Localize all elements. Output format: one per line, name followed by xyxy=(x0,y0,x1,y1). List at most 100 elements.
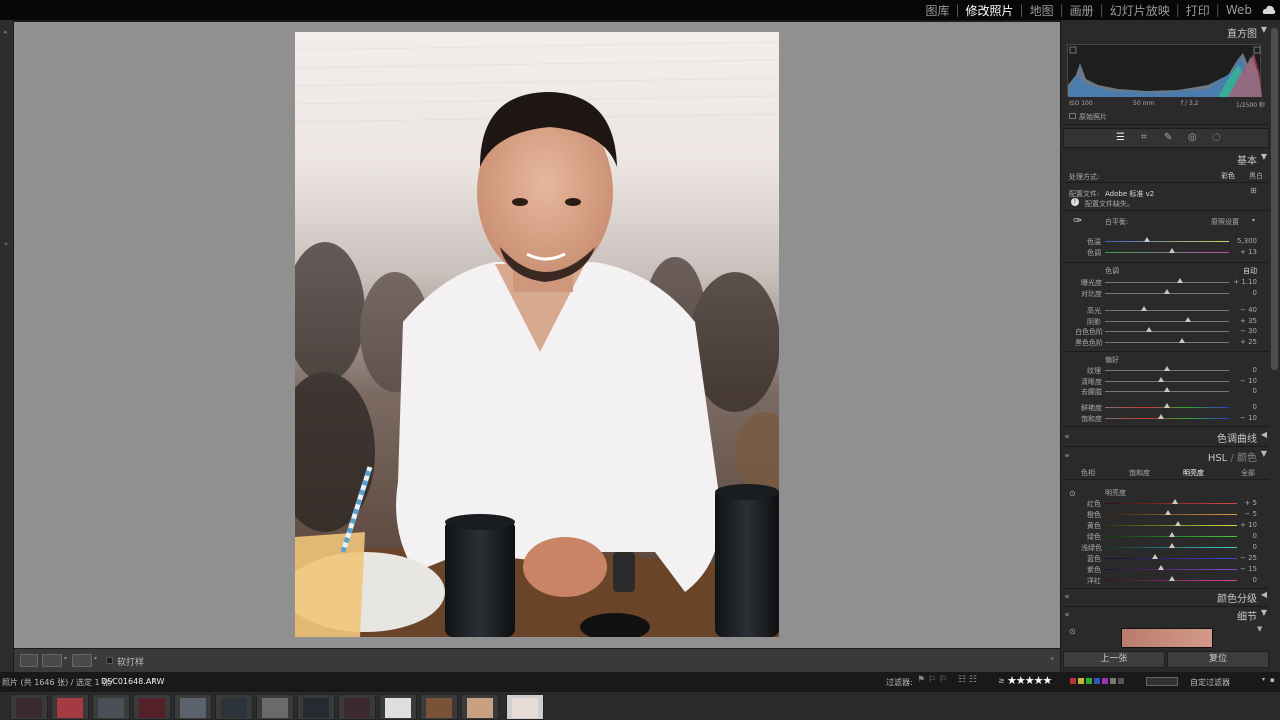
dehaze-slider-thumb[interactable] xyxy=(1164,387,1170,392)
previous-button[interactable]: 上一张 xyxy=(1063,651,1165,668)
collapse-arrow-icon[interactable]: ▼ xyxy=(1261,25,1267,34)
original-photo-checkbox[interactable] xyxy=(1069,113,1076,119)
temp-slider-thumb[interactable] xyxy=(1144,237,1150,242)
slider-value[interactable]: + 5 xyxy=(1231,499,1257,507)
photo-count-path[interactable]: 照片 (共 1646 张) / 选定 1 张/ xyxy=(2,677,113,688)
basic-panel-header[interactable]: 基本 ▼ xyxy=(1061,150,1271,167)
white-balance-picker-icon[interactable]: ✑ xyxy=(1073,214,1082,227)
blacks-slider-thumb[interactable] xyxy=(1179,338,1185,343)
slider-value[interactable]: − 25 xyxy=(1231,554,1257,562)
left-panel-toggle-icon[interactable]: ◂ xyxy=(3,28,7,36)
filmstrip-thumbnail[interactable] xyxy=(338,694,376,720)
filmstrip-thumbnail[interactable] xyxy=(215,694,253,720)
module-book[interactable]: 画册 xyxy=(1064,2,1100,19)
purple-lum-thumb[interactable] xyxy=(1158,565,1164,570)
auto-tone-button[interactable]: 自动 xyxy=(1243,266,1257,276)
slider-value[interactable]: + 13 xyxy=(1231,248,1257,256)
slider-value[interactable]: 0 xyxy=(1231,403,1257,411)
basic-adjust-icon[interactable]: ☰ xyxy=(1116,132,1125,143)
highlight-clipping-indicator[interactable] xyxy=(1253,46,1261,54)
loupe-view-button[interactable] xyxy=(20,654,38,667)
color-grading-header[interactable]: 颜色分级 ◀ xyxy=(1061,588,1271,605)
before-after-yy-button[interactable] xyxy=(72,654,92,667)
tone-curve-header[interactable]: 色调曲线 ◀ xyxy=(1061,428,1271,445)
exposure-slider-thumb[interactable] xyxy=(1177,278,1183,283)
magenta-lum-thumb[interactable] xyxy=(1169,576,1175,581)
rating-filter-stars[interactable]: ★★★★★ xyxy=(1007,674,1052,687)
dropdown-arrow-icon[interactable]: ▾ xyxy=(1252,217,1255,224)
slider-value[interactable]: − 15 xyxy=(1231,565,1257,573)
yy-menu-icon[interactable]: ▾ xyxy=(94,655,97,662)
red-lum-thumb[interactable] xyxy=(1172,499,1178,504)
yellow-lum-track[interactable] xyxy=(1105,525,1237,526)
filmstrip-thumbnail[interactable] xyxy=(256,694,294,720)
module-web[interactable]: Web xyxy=(1220,3,1258,17)
filmstrip-thumbnail[interactable] xyxy=(174,694,212,720)
shadows-slider-track[interactable] xyxy=(1105,321,1229,322)
module-slideshow[interactable]: 幻灯片放映 xyxy=(1104,2,1176,19)
before-after-menu-icon[interactable]: ▾ xyxy=(64,655,67,662)
saturation-slider-track[interactable] xyxy=(1105,418,1229,419)
collapse-arrow-icon[interactable]: ▼ xyxy=(1261,449,1267,458)
yellow-lum-thumb[interactable] xyxy=(1175,521,1181,526)
temp-slider-track[interactable] xyxy=(1105,241,1229,242)
before-after-button[interactable] xyxy=(42,654,62,667)
filter-lock-icon[interactable]: ▪ xyxy=(1270,676,1275,684)
purple-label-filter[interactable] xyxy=(1102,678,1108,684)
red-label-filter[interactable] xyxy=(1070,678,1076,684)
slider-value[interactable]: 0 xyxy=(1231,576,1257,584)
red-lum-track[interactable] xyxy=(1105,503,1237,504)
filmstrip-thumbnail[interactable] xyxy=(461,694,499,720)
cloud-sync-icon[interactable] xyxy=(1262,3,1276,17)
tint-slider-track[interactable] xyxy=(1105,252,1229,253)
slider-value[interactable]: 0 xyxy=(1231,532,1257,540)
tab-luminance[interactable]: 明亮度 xyxy=(1183,468,1204,478)
profile-dropdown[interactable]: Adobe 标准 v2 xyxy=(1105,189,1154,199)
slider-value[interactable]: + 35 xyxy=(1231,317,1257,325)
slider-value[interactable]: + 10 xyxy=(1231,521,1257,529)
treatment-color-button[interactable]: 彩色 xyxy=(1221,171,1235,181)
color-title[interactable]: 颜色 xyxy=(1237,453,1257,464)
tab-saturation[interactable]: 饱和度 xyxy=(1129,468,1150,478)
target-adjust-icon[interactable]: ⊙ xyxy=(1069,489,1076,498)
treatment-bw-button[interactable]: 黑白 xyxy=(1249,171,1263,181)
collapse-arrow-icon[interactable]: ▼ xyxy=(1261,152,1267,161)
shadows-slider-thumb[interactable] xyxy=(1185,317,1191,322)
blue-label-filter[interactable] xyxy=(1094,678,1100,684)
contrast-slider-thumb[interactable] xyxy=(1164,289,1170,294)
module-develop[interactable]: 修改照片 xyxy=(960,2,1020,19)
red-eye-icon[interactable]: ◎ xyxy=(1188,132,1197,143)
expand-arrow-icon[interactable]: ◀ xyxy=(1261,590,1267,599)
module-library[interactable]: 图库 xyxy=(919,2,955,19)
slider-value[interactable]: 0 xyxy=(1231,543,1257,551)
module-map[interactable]: 地图 xyxy=(1024,2,1060,19)
slider-value[interactable]: 0 xyxy=(1231,387,1257,395)
detail-target-icon[interactable]: ⊙ xyxy=(1069,627,1076,636)
exposure-slider-track[interactable] xyxy=(1105,282,1229,283)
slider-value[interactable]: 0 xyxy=(1231,289,1257,297)
whites-slider-track[interactable] xyxy=(1105,331,1229,332)
slider-value[interactable]: − 30 xyxy=(1231,327,1257,335)
left-panel-plus-icon[interactable]: + xyxy=(3,240,9,248)
saturation-slider-thumb[interactable] xyxy=(1158,414,1164,419)
crop-icon[interactable]: ⌗ xyxy=(1141,132,1147,143)
no-label-filter[interactable] xyxy=(1118,678,1124,684)
green-label-filter[interactable] xyxy=(1086,678,1092,684)
detail-collapse-icon[interactable]: ▼ xyxy=(1257,625,1262,633)
highlights-slider-track[interactable] xyxy=(1105,310,1229,311)
slider-value[interactable]: − 5 xyxy=(1231,510,1257,518)
expand-arrow-icon[interactable]: ◀ xyxy=(1261,430,1267,439)
slider-value[interactable]: − 10 xyxy=(1231,414,1257,422)
hsl-header[interactable]: HSL / 颜色 ▼ xyxy=(1061,447,1271,464)
slider-value[interactable]: + 1.10 xyxy=(1231,278,1257,286)
kind-filter-button[interactable] xyxy=(1146,677,1178,686)
healing-brush-icon[interactable]: ✎ xyxy=(1164,132,1172,143)
yellow-label-filter[interactable] xyxy=(1078,678,1084,684)
collapse-arrow-icon[interactable]: ▼ xyxy=(1261,608,1267,617)
slider-value[interactable]: 5,300 xyxy=(1231,237,1257,245)
hsl-title[interactable]: HSL xyxy=(1208,453,1227,464)
blacks-slider-track[interactable] xyxy=(1105,342,1229,343)
flag-filter-icons[interactable]: ⚑ ⚐ ⚐ xyxy=(917,675,947,685)
soft-proof-checkbox[interactable] xyxy=(106,657,113,664)
custom-filter-dropdown[interactable]: 自定过滤器 xyxy=(1190,677,1230,688)
